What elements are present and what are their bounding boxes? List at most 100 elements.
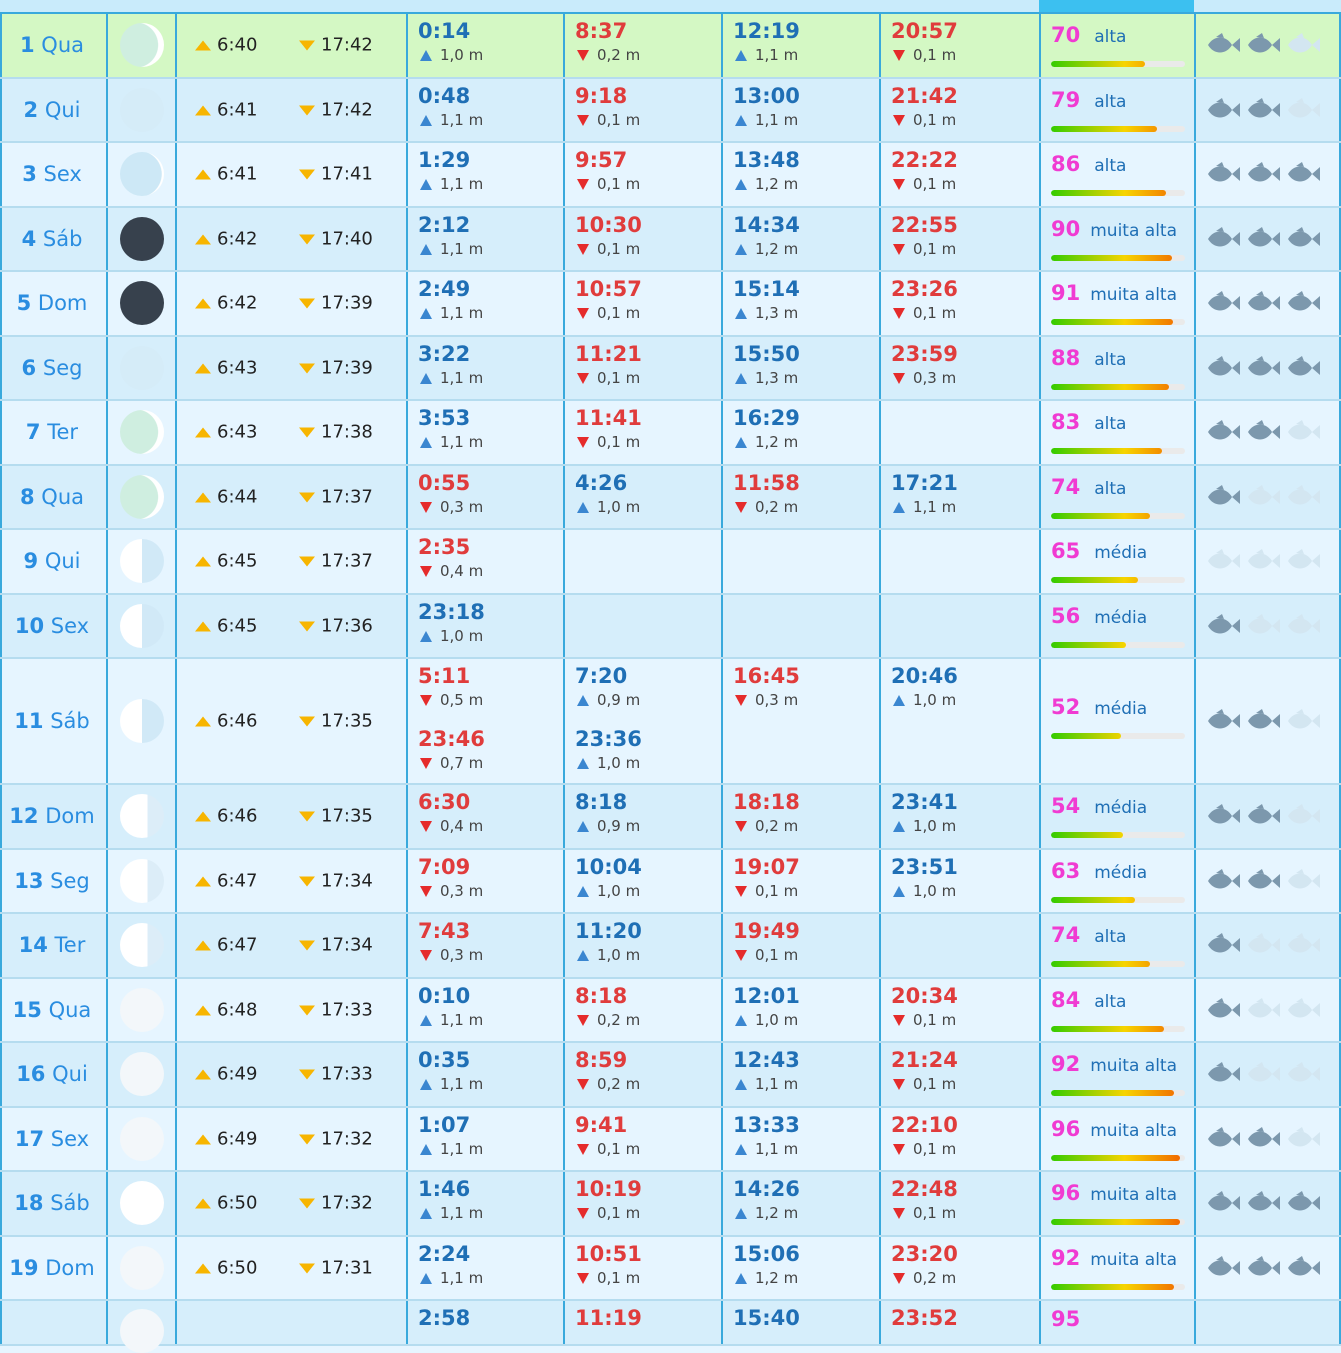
tide-height-value: 0,1 m: [597, 239, 641, 258]
day-number: 3: [22, 162, 37, 187]
tide-row[interactable]: 18 Sáb 6:50 17:32 1:46 1,1 m 10:19 0,1 m 14:26 1…: [0, 1172, 1341, 1237]
low-tide: 9:41 0,1 m: [575, 1111, 640, 1159]
fish-icon: [1244, 97, 1282, 123]
fishing-activity-cell: [1194, 785, 1341, 848]
tide-cell-1: 7:43 0,3 m: [406, 914, 563, 977]
high-tide: 23:41 1,0 m: [891, 788, 958, 836]
tide-height-value: 1,1 m: [755, 1139, 799, 1158]
coefficient-bar-fill: [1051, 832, 1124, 838]
sunrise-value: 6:41: [217, 163, 258, 185]
tide-cell-4: [879, 914, 1039, 977]
fishing-activity-cell: [1194, 1301, 1341, 1344]
tide-row[interactable]: 2:58 11:19 15:40 23:52 95: [0, 1301, 1341, 1353]
tide-height: 0,3 m: [420, 497, 483, 517]
day-number: 17: [14, 1126, 45, 1151]
high-tide-triangle-icon: [420, 437, 432, 448]
tide-row[interactable]: 2 Qui 6:41 17:42 0:48 1,1 m 9:18 0,1 m 13:00 1,1…: [0, 78, 1341, 143]
coefficient-bar: [1051, 896, 1185, 903]
high-tide: 23:51 1,0 m: [891, 853, 958, 901]
fishing-activity-cell: [1194, 1107, 1341, 1170]
sunset-value: 17:35: [321, 710, 373, 732]
sun-cell: 6:46 17:35: [175, 659, 406, 783]
sunset-arrow-down-icon: [299, 1005, 315, 1016]
low-tide: 8:59 0,2 m: [575, 1046, 640, 1094]
moon-phase-icon: [120, 216, 164, 261]
tide-cell-3: 11:58 0,2 m: [721, 465, 879, 528]
coefficient-bar-fill: [1051, 448, 1163, 454]
fish-icon: [1284, 32, 1322, 58]
sunset-time: 17:37: [299, 486, 373, 507]
tide-row[interactable]: 4 Sáb 6:42 17:40 2:12 1,1 m 10:30 0,1 m 14:34 1,…: [0, 207, 1341, 272]
tide-time: 10:19: [575, 1177, 642, 1201]
tide-time: 23:51: [891, 854, 958, 879]
low-tide-triangle-icon: [577, 50, 589, 61]
low-tide-triangle-icon: [420, 758, 432, 769]
sunrise-value: 6:47: [217, 934, 258, 956]
high-tide: 13:00 1,1 m: [733, 82, 800, 130]
fishing-activity-cell: [1194, 659, 1341, 783]
low-tide: 19:07 0,1 m: [733, 853, 800, 901]
tide-row[interactable]: 1 Qua 6:40 17:42 0:14 1,0 m 8:37 0,2 m 12:19 1,1…: [0, 14, 1341, 79]
tide-height-value: 1,2 m: [755, 239, 799, 258]
tide-time: 23:59: [891, 341, 958, 366]
tide-row[interactable]: 17 Sex 6:49 17:32 1:07 1,1 m 9:41 0,1 m 13:33 1,…: [0, 1107, 1341, 1172]
coefficient-bar-fill: [1051, 961, 1151, 967]
tide-row[interactable]: 11 Sáb 6:46 17:35 5:11 0,5 m 23:46 0,7 m 7:20 0,…: [0, 659, 1341, 785]
sunrise-value: 6:45: [217, 550, 258, 572]
tide-row[interactable]: 10 Sex 6:45 17:36 23:18 1,0 m 56 média: [0, 594, 1341, 659]
high-tide-triangle-icon: [735, 243, 747, 255]
coefficient-label: média: [1094, 543, 1148, 563]
sunset-arrow-down-icon: [299, 234, 315, 245]
tide-row[interactable]: 3 Sex 6:41 17:41 1:29 1,1 m 9:57 0,1 m 13:48 1,2…: [0, 143, 1341, 208]
tide-time: 11:58: [733, 470, 800, 495]
coefficient-bar: [1051, 1090, 1185, 1096]
tide-row[interactable]: 6 Seg 6:43 17:39 3:22 1,1 m 11:21 0,1 m 15:50 1,…: [0, 336, 1341, 401]
coefficient-label: muita alta: [1090, 1185, 1178, 1205]
tide-row[interactable]: 16 Qui 6:49 17:33 0:35 1,1 m 8:59 0,2 m 12:43 1,…: [0, 1043, 1341, 1108]
high-tide: 0:35 1,1 m: [418, 1046, 483, 1094]
sunset-value: 17:34: [321, 870, 373, 892]
tide-row[interactable]: 7 Ter 6:43 17:38 3:53 1,1 m 11:41 0,1 m 16:29 1,…: [0, 401, 1341, 466]
tide-row[interactable]: 14 Ter 6:47 17:34 7:43 0,3 m 11:20 1,0 m 19:49 0…: [0, 914, 1341, 979]
low-tide: 21:24 0,1 m: [891, 1046, 958, 1094]
tide-height: 1,2 m: [735, 174, 800, 194]
tide-height: 1,0 m: [420, 45, 483, 65]
high-tide-triangle-icon: [420, 1208, 432, 1219]
sun-cell: 6:49 17:32: [175, 1107, 406, 1170]
coefficient-bar-fill: [1051, 1025, 1164, 1032]
tide-cell-3: 13:48 1,2 m: [721, 143, 879, 206]
moon-phase-icon: [120, 1052, 164, 1097]
low-tide: 23:46 0,7 m: [418, 725, 485, 773]
tide-row[interactable]: 5 Dom 6:42 17:39 2:49 1,1 m 10:57 0,1 m 15:14 1,…: [0, 272, 1341, 337]
coefficient-label: muita alta: [1090, 1056, 1178, 1076]
fish-icon: [1244, 1061, 1282, 1087]
coefficient-bar: [1051, 1154, 1185, 1161]
moon-phase-icon: [120, 603, 164, 648]
tide-time: 15:14: [733, 277, 800, 301]
tide-height: 0,4 m: [420, 561, 483, 581]
weekday: Qua: [48, 997, 92, 1022]
sunrise-arrow-up-icon: [195, 40, 211, 51]
tide-row[interactable]: 15 Qua 6:48 17:33 0:10 1,1 m 8:18 0,2 m 12:01 1,…: [0, 978, 1341, 1043]
low-tide-triangle-icon: [577, 372, 589, 384]
weekday: Sáb: [42, 226, 83, 251]
fish-icon: [1284, 932, 1322, 958]
high-tide: 8:18 0,9 m: [575, 788, 640, 836]
tide-row[interactable]: 8 Qua 6:44 17:37 0:55 0,3 m 4:26 1,0 m 11:58 0,2…: [0, 465, 1341, 530]
tide-cell-4: 22:55 0,1 m: [879, 207, 1039, 270]
tide-height-value: 1,1 m: [440, 1075, 484, 1093]
sunset-arrow-down-icon: [299, 1069, 315, 1080]
day-number: 18: [14, 1191, 44, 1216]
tide-row[interactable]: 12 Dom 6:46 17:35 6:30 0,4 m 8:18 0,9 m 18:18 0,…: [0, 785, 1341, 850]
coefficient-value: 56: [1051, 603, 1081, 628]
low-tide: 7:43 0,3 m: [418, 917, 483, 965]
sunrise-value: 6:40: [217, 34, 258, 56]
sunrise-time: 6:42: [195, 293, 257, 314]
tide-time: 7:43: [418, 919, 471, 943]
tide-row[interactable]: 9 Qui 6:45 17:37 2:35 0,4 m 65 média: [0, 530, 1341, 595]
low-tide: 10:51 0,1 m: [575, 1240, 642, 1288]
sunrise-time: 6:43: [195, 422, 257, 443]
tide-row[interactable]: 13 Seg 6:47 17:34 7:09 0,3 m 10:04 1,0 m 19:07 0…: [0, 849, 1341, 914]
tide-row[interactable]: 19 Dom 6:50 17:31 2:24 1,1 m 10:51 0,1 m 15:06 1…: [0, 1236, 1341, 1301]
sunrise-time: 6:49: [195, 1064, 257, 1085]
